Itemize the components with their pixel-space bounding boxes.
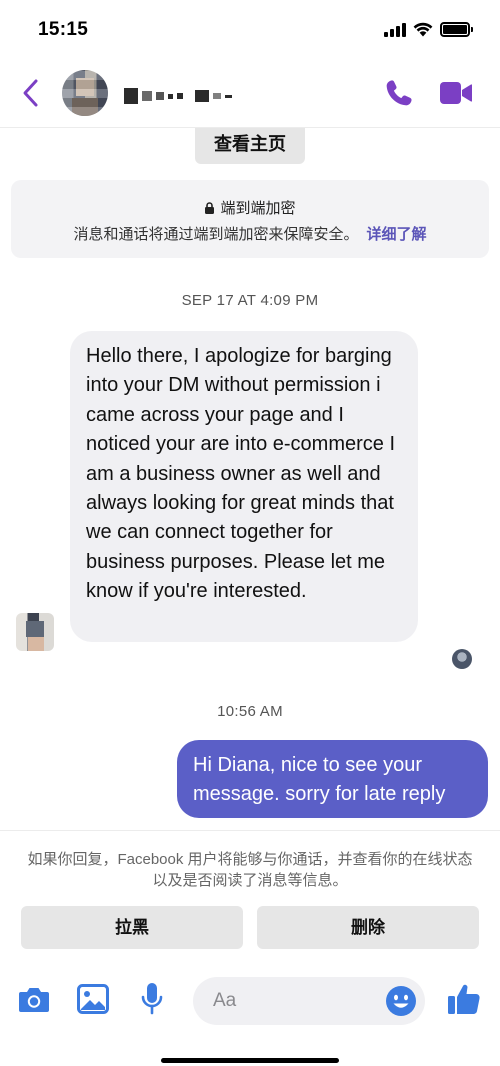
view-profile-button[interactable]: 查看主页	[195, 128, 305, 164]
contact-name[interactable]	[124, 88, 236, 104]
home-indicator	[161, 1058, 339, 1063]
status-icons	[384, 22, 473, 37]
phone-icon[interactable]	[384, 78, 414, 108]
battery-icon	[440, 22, 473, 37]
signal-icon	[384, 22, 406, 37]
image-icon[interactable]	[77, 984, 109, 1014]
encryption-notice: 端到端加密 消息和通话将通过端到端加密来保障安全。 详细了解	[11, 180, 489, 258]
lock-icon	[205, 202, 215, 214]
camera-icon[interactable]	[18, 985, 50, 1013]
back-icon[interactable]	[20, 78, 42, 108]
block-button[interactable]: 拉黑	[21, 906, 243, 949]
encryption-title: 端到端加密	[220, 200, 296, 217]
composer-bar: Aa	[0, 975, 500, 1030]
encryption-description: 消息和通话将通过端到端加密来保障安全。	[73, 226, 359, 243]
status-bar: 15:15	[0, 0, 500, 58]
video-icon[interactable]	[439, 80, 473, 106]
message-input-placeholder: Aa	[213, 990, 237, 1011]
read-receipt-avatar	[452, 649, 472, 669]
message-timestamp: 10:56 AM	[217, 703, 283, 720]
thumbs-up-icon[interactable]	[447, 982, 481, 1016]
mic-icon[interactable]	[141, 982, 163, 1016]
emoji-icon[interactable]	[385, 985, 417, 1017]
wifi-icon	[413, 22, 433, 37]
message-request-notice: 如果你回复，Facebook 用户将能够与你通话，并查看你的在线状态以及是否阅读…	[27, 851, 473, 889]
message-request-panel: 如果你回复，Facebook 用户将能够与你通话，并查看你的在线状态以及是否阅读…	[0, 830, 500, 949]
incoming-message-bubble[interactable]: Hello there, I apologize for barging int…	[70, 331, 418, 642]
conversation-header	[0, 58, 500, 128]
message-input[interactable]: Aa	[193, 977, 425, 1025]
outgoing-message-bubble[interactable]: Hi Diana, nice to see your message. sorr…	[177, 740, 488, 818]
delete-button[interactable]: 删除	[257, 906, 479, 949]
message-timestamp: SEP 17 AT 4:09 PM	[181, 292, 319, 309]
status-time: 15:15	[38, 19, 89, 40]
sender-avatar[interactable]	[16, 613, 54, 651]
contact-avatar[interactable]	[62, 70, 108, 116]
learn-more-link[interactable]: 详细了解	[367, 226, 427, 243]
